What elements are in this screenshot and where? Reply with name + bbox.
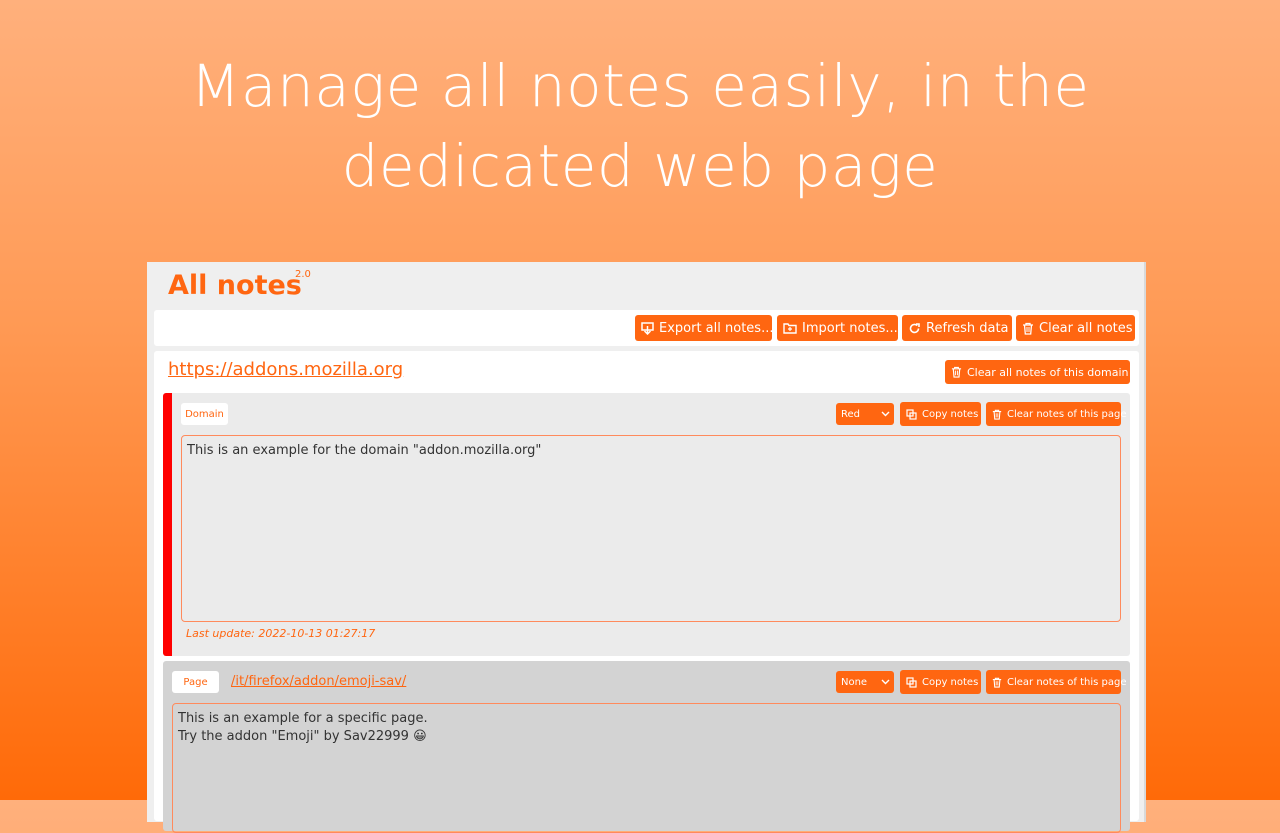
chevron-down-icon <box>881 679 890 685</box>
trash-icon <box>992 409 1002 420</box>
toolbar: Export all notes... Import notes... Refr… <box>154 310 1139 346</box>
domain-section: https://addons.mozilla.org Clear all not… <box>154 351 1139 833</box>
last-update-text: Last update: 2022-10-13 01:27:17 <box>186 627 376 640</box>
headline: Manage all notes easily, in the dedicate… <box>0 46 1280 206</box>
export-all-notes-button[interactable]: Export all notes... <box>635 315 774 341</box>
copy-icon <box>906 408 917 420</box>
domain-url-link[interactable]: https://addons.mozilla.org <box>168 359 403 380</box>
color-select-value: Red <box>841 408 860 420</box>
refresh-icon <box>909 322 920 333</box>
headline-line-2: dedicated web page <box>341 132 939 200</box>
color-select[interactable]: None <box>836 671 894 693</box>
refresh-data-button[interactable]: Refresh data <box>902 315 1012 341</box>
color-select-value: None <box>841 676 868 688</box>
chevron-down-icon <box>881 411 890 417</box>
all-notes-panel: All notes 2.0 Export all notes... Import… <box>147 262 1146 833</box>
version-badge: 2.0 <box>295 269 311 280</box>
copy-notes-button[interactable]: Copy notes <box>900 670 981 694</box>
clear-all-notes-label: Clear all notes <box>1039 320 1133 336</box>
trash-icon <box>992 677 1002 688</box>
copy-notes-button[interactable]: Copy notes <box>900 402 981 426</box>
import-notes-label: Import notes... <box>802 320 898 336</box>
export-all-notes-label: Export all notes... <box>659 320 774 336</box>
clear-page-notes-button[interactable]: Clear notes of this page <box>986 402 1126 426</box>
headline-line-1: Manage all notes easily, in the <box>190 52 1090 120</box>
folder-icon <box>783 323 797 334</box>
trash-icon <box>951 366 962 378</box>
page-title: All notes <box>168 270 302 301</box>
page-path-link[interactable]: /it/firefox/addon/emoji-sav/ <box>231 674 406 689</box>
note-textarea[interactable]: This is an example for a specific page. … <box>172 703 1121 833</box>
refresh-data-label: Refresh data <box>926 320 1009 336</box>
clear-domain-notes-label: Clear all notes of this domain <box>967 365 1129 379</box>
color-select[interactable]: Red <box>836 403 894 425</box>
clear-page-notes-button[interactable]: Clear notes of this page <box>986 670 1126 694</box>
clear-all-notes-button[interactable]: Clear all notes <box>1016 315 1135 341</box>
clear-page-notes-label: Clear notes of this page <box>1007 408 1127 420</box>
download-icon <box>641 321 654 335</box>
note-type-badge: Domain <box>181 403 228 425</box>
copy-notes-label: Copy notes <box>922 676 979 688</box>
note-type-badge: Page <box>172 671 219 693</box>
clear-domain-notes-button[interactable]: Clear all notes of this domain <box>945 360 1130 384</box>
clear-page-notes-label: Clear notes of this page <box>1007 676 1127 688</box>
note-card-page: Page /it/firefox/addon/emoji-sav/ None C… <box>163 661 1130 833</box>
copy-notes-label: Copy notes <box>922 408 979 420</box>
import-notes-button[interactable]: Import notes... <box>777 315 898 341</box>
note-card-domain: Domain Red Copy notes Clear notes of thi… <box>163 393 1130 656</box>
note-textarea[interactable]: This is an example for the domain "addon… <box>181 435 1121 622</box>
trash-icon <box>1023 322 1033 335</box>
copy-icon <box>906 676 917 688</box>
